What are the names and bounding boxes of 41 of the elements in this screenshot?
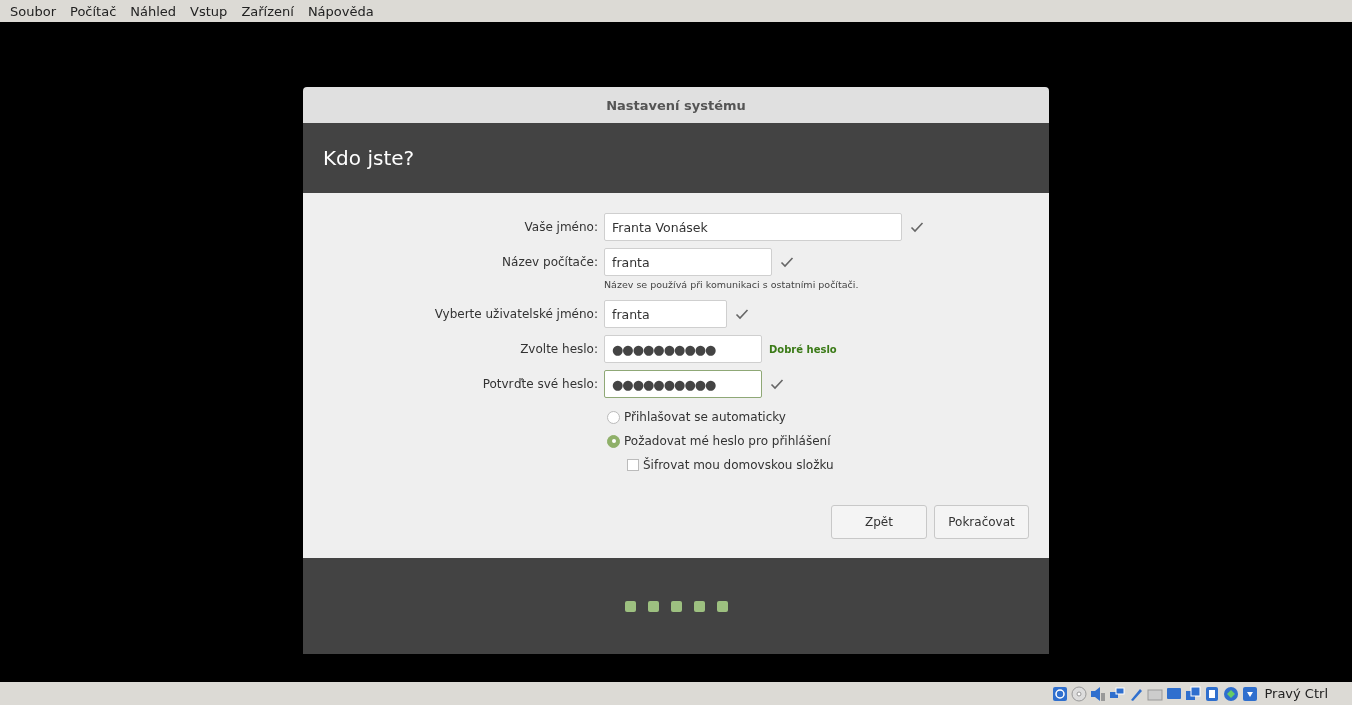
- checkbox[interactable]: [627, 459, 639, 471]
- page-heading: Kdo jste?: [323, 146, 415, 170]
- field-label: Zvolte heslo:: [519, 342, 598, 356]
- field-label: Název počítače:: [501, 255, 598, 269]
- password-field[interactable]: ●●●●●●●●●●: [604, 335, 762, 363]
- input-field[interactable]: franta: [604, 248, 772, 276]
- option-label[interactable]: Šifrovat mou domovskou složku: [643, 458, 834, 472]
- back-button[interactable]: Zpět: [831, 505, 927, 539]
- password-field[interactable]: ●●●●●●●●●●: [604, 370, 762, 398]
- input-field[interactable]: franta: [604, 300, 727, 328]
- input-field[interactable]: Franta Vonásek: [604, 213, 902, 241]
- download-icon: [1242, 685, 1259, 702]
- display-icon: [1166, 685, 1183, 702]
- checkmark-icon: [910, 221, 924, 233]
- optical-disc-icon: [1071, 685, 1088, 702]
- field-label: Vaše jméno:: [523, 220, 598, 234]
- menu-item[interactable]: Vstup: [184, 0, 234, 23]
- field-label: Vyberte uživatelské jméno:: [433, 307, 598, 321]
- checkmark-icon: [770, 378, 784, 390]
- windows-icon: [1185, 685, 1202, 702]
- menu-item[interactable]: Soubor: [4, 0, 62, 23]
- radio-button[interactable]: [607, 434, 620, 448]
- continue-button[interactable]: Pokračovat: [934, 505, 1029, 539]
- option-label[interactable]: Požadovat mé heslo pro přihlášení: [624, 434, 831, 448]
- dialog-title: Nastavení systému: [303, 87, 1049, 123]
- password-strength: Dobré heslo: [769, 343, 837, 355]
- progress-dots-icon: [624, 600, 728, 612]
- host-key-label: Pravý Ctrl: [1264, 686, 1328, 701]
- menu-item[interactable]: Nápověda: [301, 0, 380, 23]
- radio-button[interactable]: [607, 410, 620, 424]
- checkmark-icon: [780, 256, 794, 268]
- menu-item[interactable]: Počítač: [64, 0, 123, 23]
- field-label: Potvrďte své heslo:: [481, 377, 598, 391]
- menu-item[interactable]: Zařízení: [235, 0, 300, 23]
- field-hint: Název se používá při komunikaci s ostatními počítači.: [604, 279, 860, 290]
- option-label[interactable]: Přihlašovat se automaticky: [624, 410, 786, 424]
- menu-item[interactable]: Náhled: [124, 0, 183, 23]
- globe-icon: [1223, 685, 1240, 702]
- disk-icon: [1052, 685, 1069, 702]
- speaker-icon: [1090, 685, 1107, 702]
- checkmark-icon: [735, 308, 749, 320]
